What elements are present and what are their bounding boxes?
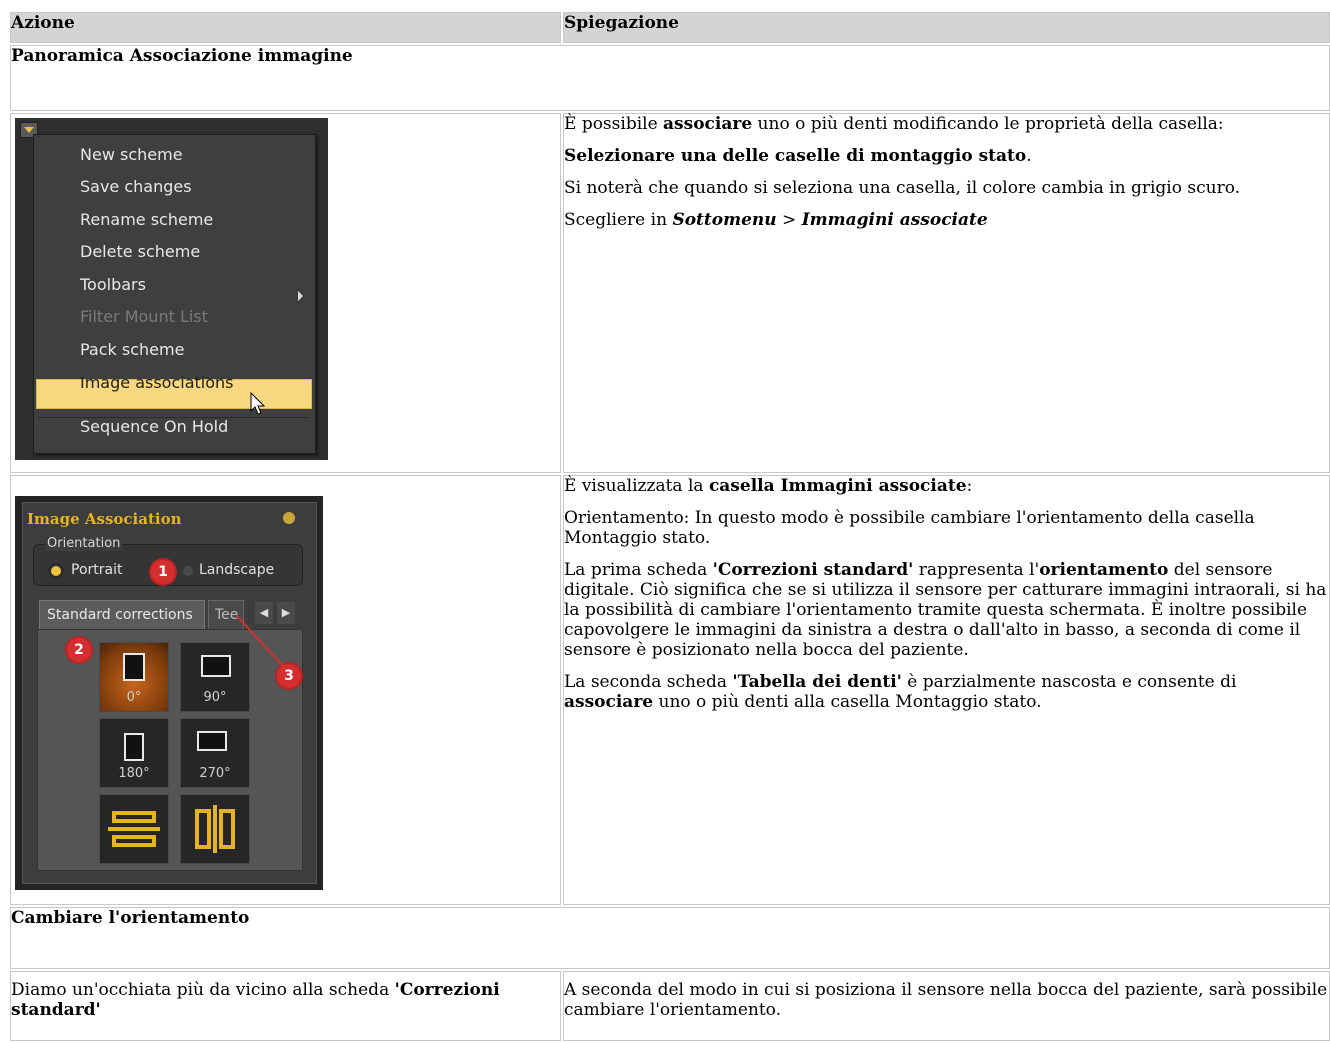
menu-item-pack-scheme[interactable]: Pack scheme	[80, 340, 184, 359]
cursor-icon	[250, 391, 266, 415]
rotate-90-button[interactable]: 90°	[180, 642, 250, 712]
paragraph: La prima scheda 'Correzioni standard' ra…	[564, 560, 1327, 660]
paragraph: Selezionare una delle caselle di montagg…	[564, 146, 1032, 166]
submenu-arrow-icon	[298, 291, 303, 301]
paragraph: È possibile associare uno o più denti mo…	[564, 114, 1224, 134]
section-title: Panoramica Associazione immagine	[10, 45, 1330, 111]
paragraph: Orientamento: In questo modo è possibile…	[564, 508, 1255, 548]
rotate-0-button[interactable]: 0°	[99, 642, 169, 712]
explanation-cell: A seconda del modo in cui si posiziona i…	[563, 971, 1330, 1041]
menu-item-filter-mount-list: Filter Mount List	[80, 307, 208, 326]
document-table: Azione Spiegazione Panoramica Associazio…	[8, 10, 1330, 1043]
flip-horizontal-icon	[195, 805, 235, 853]
action-cell: Diamo un'occhiata più da vicino alla sch…	[10, 971, 561, 1041]
callout-line	[236, 615, 284, 667]
action-cell: Image Association Orientation Portrait L…	[10, 475, 561, 905]
paragraph: La seconda scheda 'Tabella dei denti' è …	[564, 672, 1237, 712]
section-title: Cambiare l'orientamento	[10, 907, 1330, 969]
table-row: New scheme Save changes Rename scheme De…	[10, 113, 1330, 473]
menu-item-save-changes[interactable]: Save changes	[80, 177, 192, 196]
image-association-screenshot: Image Association Orientation Portrait L…	[15, 496, 323, 890]
table-row: Diamo un'occhiata più da vicino alla sch…	[10, 971, 1330, 1041]
menu-item-rename-scheme[interactable]: Rename scheme	[80, 210, 213, 229]
menu-screenshot: New scheme Save changes Rename scheme De…	[15, 118, 328, 460]
header-azione: Azione	[10, 12, 561, 43]
paragraph: È visualizzata la casella Immagini assoc…	[564, 476, 973, 496]
menu-item-new-scheme[interactable]: New scheme	[80, 145, 183, 164]
header-spiegazione: Spiegazione	[563, 12, 1330, 43]
section-row: Panoramica Associazione immagine	[10, 45, 1330, 111]
explanation-cell: È possibile associare uno o più denti mo…	[563, 113, 1330, 473]
explanation-cell: È visualizzata la casella Immagini assoc…	[563, 475, 1330, 905]
paragraph: Scegliere in Sottomenu > Immagini associ…	[564, 210, 988, 230]
section-row: Cambiare l'orientamento	[10, 907, 1330, 969]
paragraph: Si noterà che quando si seleziona una ca…	[564, 178, 1241, 198]
table-row: Image Association Orientation Portrait L…	[10, 475, 1330, 905]
flip-vertical-button[interactable]	[99, 794, 169, 864]
menu-item-toolbars[interactable]: Toolbars	[80, 275, 146, 294]
flip-vertical-icon	[108, 811, 160, 847]
menu-item-sequence-on-hold[interactable]: Sequence On Hold	[80, 417, 228, 436]
flip-horizontal-button[interactable]	[180, 794, 250, 864]
menu-item-delete-scheme[interactable]: Delete scheme	[80, 242, 200, 261]
rotate-270-button[interactable]: 270°	[180, 718, 250, 788]
action-cell: New scheme Save changes Rename scheme De…	[10, 113, 561, 473]
menu-item-image-associations[interactable]: Image associations	[80, 373, 234, 392]
context-menu: New scheme Save changes Rename scheme De…	[33, 134, 316, 454]
rotate-180-button[interactable]: 180°	[99, 718, 169, 788]
header-row: Azione Spiegazione	[10, 12, 1330, 43]
